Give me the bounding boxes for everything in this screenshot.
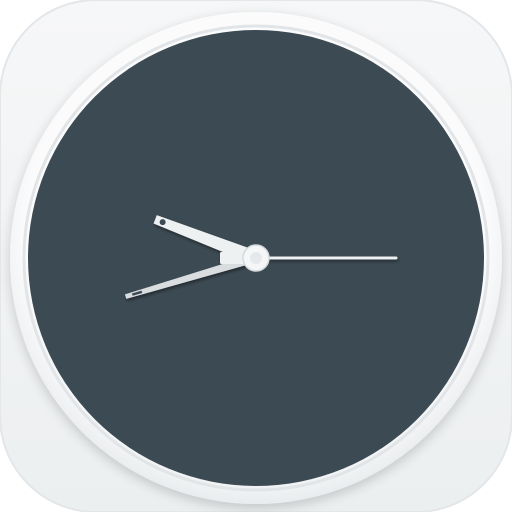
clock-icon-graphic (0, 0, 512, 512)
clock-app-icon[interactable] (0, 0, 512, 512)
hour-hand-tip (159, 219, 166, 226)
second-hand-counterweight (220, 252, 246, 264)
center-hub-cap (250, 252, 262, 264)
